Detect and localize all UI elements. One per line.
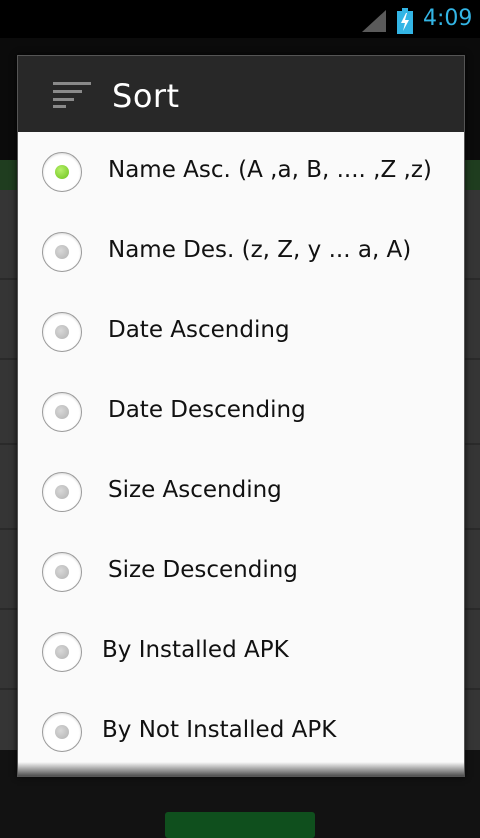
clock: 4:09 — [423, 6, 473, 31]
option-label: Name Asc. (A ,a, B, .... ,Z ,z) — [108, 157, 432, 183]
option-label: Date Descending — [108, 397, 306, 423]
scroll-fade — [18, 762, 464, 776]
sort-option-name-desc[interactable]: Name Des. (z, Z, y ... a, A) — [18, 212, 464, 292]
sort-option-date-asc[interactable]: Date Ascending — [18, 292, 464, 372]
option-label: Size Ascending — [108, 477, 282, 503]
radio-button[interactable] — [42, 472, 82, 512]
radio-dot — [55, 325, 69, 339]
radio-button[interactable] — [42, 632, 82, 672]
option-label: Name Des. (z, Z, y ... a, A) — [108, 237, 412, 263]
radio-dot — [55, 725, 69, 739]
sort-option-name-asc[interactable]: Name Asc. (A ,a, B, .... ,Z ,z) — [18, 132, 464, 212]
battery-charging-icon — [397, 8, 413, 34]
radio-button[interactable] — [42, 552, 82, 592]
sort-option-size-desc[interactable]: Size Descending — [18, 532, 464, 612]
radio-button[interactable] — [42, 312, 82, 352]
radio-button-selected[interactable] — [42, 152, 82, 192]
option-label: By Installed APK — [102, 637, 289, 663]
radio-dot — [55, 165, 69, 179]
option-label: Size Descending — [108, 557, 298, 583]
sort-dialog: Sort Name Asc. (A ,a, B, .... ,Z ,z) Nam… — [17, 55, 465, 777]
sort-option-not-installed-apk[interactable]: By Not Installed APK — [18, 692, 464, 772]
dialog-header: Sort — [18, 56, 464, 132]
option-label: Date Ascending — [108, 317, 290, 343]
option-label: By Not Installed APK — [102, 717, 337, 743]
radio-dot — [55, 565, 69, 579]
radio-dot — [55, 645, 69, 659]
sort-option-installed-apk[interactable]: By Installed APK — [18, 612, 464, 692]
sort-option-date-desc[interactable]: Date Descending — [18, 372, 464, 452]
radio-button[interactable] — [42, 392, 82, 432]
radio-button[interactable] — [42, 232, 82, 272]
radio-dot — [55, 245, 69, 259]
radio-dot — [55, 405, 69, 419]
radio-dot — [55, 485, 69, 499]
sort-icon — [53, 82, 91, 108]
background-button — [165, 812, 315, 838]
signal-icon — [362, 10, 386, 32]
status-bar: 4:09 — [0, 0, 480, 38]
sort-option-size-asc[interactable]: Size Ascending — [18, 452, 464, 532]
dialog-title: Sort — [112, 77, 180, 115]
radio-button[interactable] — [42, 712, 82, 752]
